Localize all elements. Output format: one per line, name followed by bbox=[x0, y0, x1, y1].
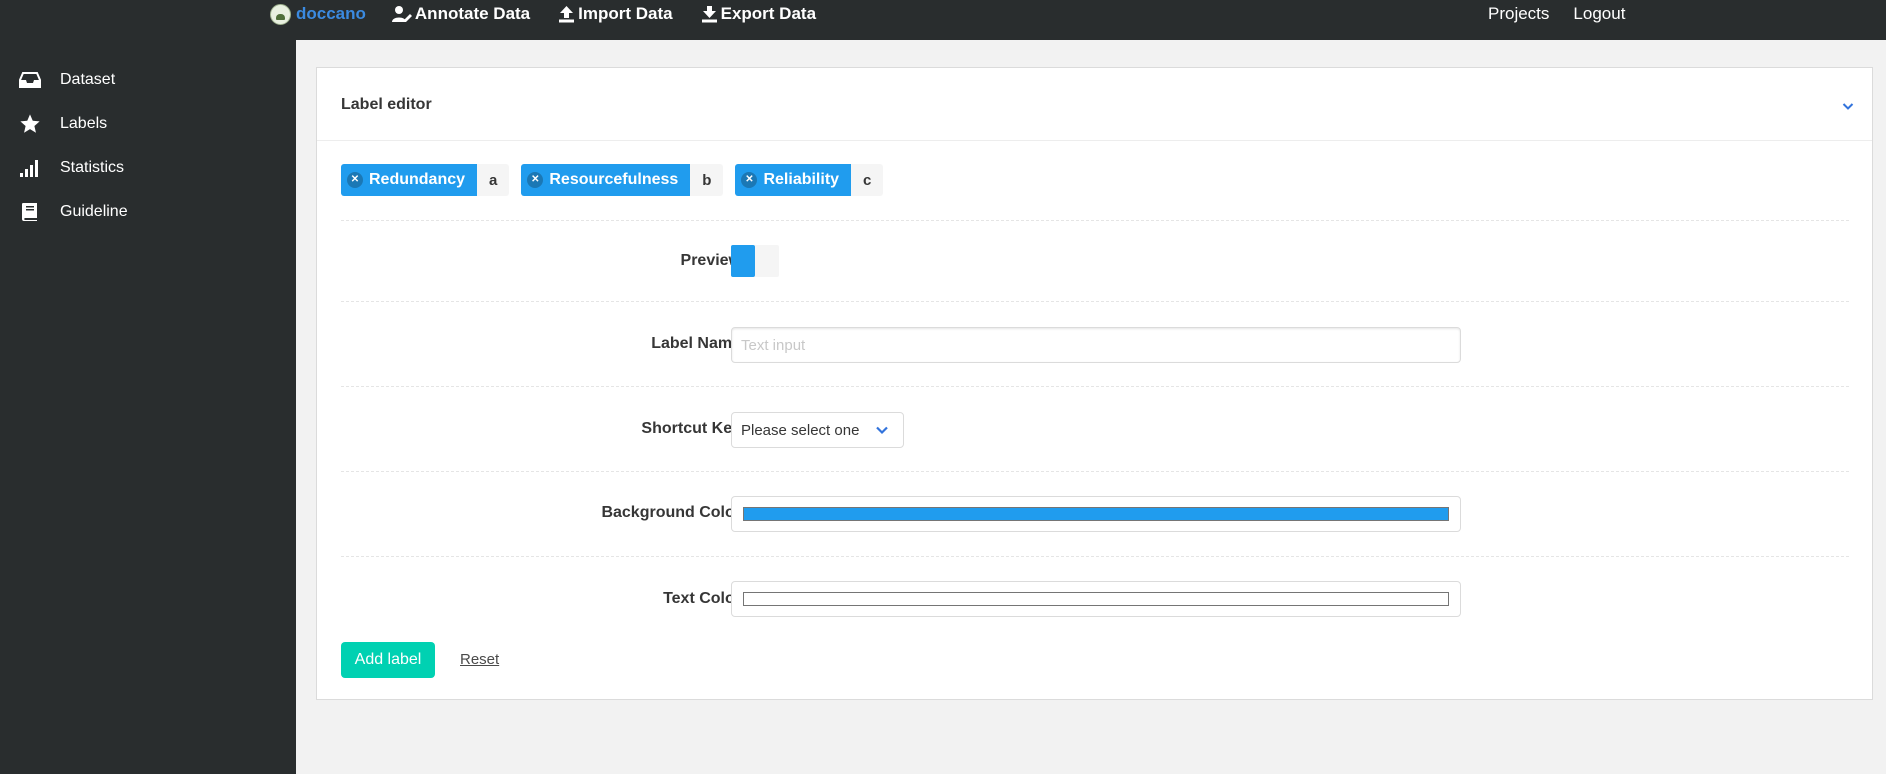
background-color-picker[interactable] bbox=[731, 496, 1461, 532]
shortcut-key-select[interactable]: Please select one bbox=[731, 412, 904, 448]
inbox-icon bbox=[18, 68, 42, 92]
sidebar-item-statistics[interactable]: Statistics bbox=[18, 153, 124, 183]
nav-right: Projects Logout bbox=[1488, 0, 1649, 28]
sidebar: Dataset Labels Statistics Guideline bbox=[0, 40, 296, 774]
sidebar-item-label: Guideline bbox=[60, 203, 128, 220]
sidebar-item-dataset[interactable]: Dataset bbox=[18, 65, 115, 95]
reset-link[interactable]: Reset bbox=[460, 651, 499, 668]
preview-toggle-knob bbox=[731, 245, 755, 277]
label-tag[interactable]: ✕ Resourcefulness b bbox=[521, 164, 724, 196]
nav-projects-link[interactable]: Projects bbox=[1488, 4, 1549, 24]
sidebar-item-label: Statistics bbox=[60, 159, 125, 176]
card-title: Label editor bbox=[341, 96, 432, 113]
label-tag-text: Resourcefulness bbox=[549, 171, 679, 188]
nav-import-label: Import Data bbox=[578, 4, 673, 23]
brand-name: doccano bbox=[296, 4, 366, 23]
add-label-button[interactable]: Add label bbox=[341, 642, 435, 678]
label-editor-card: Label editor ✕ Redundancy a ✕ Resourcefu… bbox=[316, 67, 1873, 700]
user-edit-icon bbox=[391, 6, 412, 22]
nav-annotate-data[interactable]: Annotate Data bbox=[391, 4, 531, 24]
label-name-input[interactable] bbox=[731, 327, 1461, 363]
divider bbox=[341, 556, 1849, 557]
chevron-down-icon bbox=[875, 423, 889, 440]
delete-icon[interactable]: ✕ bbox=[527, 172, 544, 188]
nav-logout-link[interactable]: Logout bbox=[1573, 4, 1625, 24]
book-icon bbox=[18, 200, 42, 224]
nav-export-data[interactable]: Export Data bbox=[701, 4, 816, 24]
delete-icon[interactable]: ✕ bbox=[741, 172, 758, 188]
nav-export-label: Export Data bbox=[720, 4, 817, 23]
divider bbox=[341, 220, 1849, 221]
divider bbox=[341, 471, 1849, 472]
label-tag-shortcut: b bbox=[690, 164, 724, 196]
text-color-picker[interactable] bbox=[731, 581, 1461, 617]
label-tag-list: ✕ Redundancy a ✕ Resourcefulness b ✕ Rel… bbox=[341, 164, 895, 196]
label-tag-name: ✕ Resourcefulness bbox=[521, 164, 691, 196]
label-tag[interactable]: ✕ Redundancy a bbox=[341, 164, 510, 196]
doccano-logo-icon bbox=[270, 3, 291, 25]
sidebar-item-label: Dataset bbox=[60, 71, 116, 88]
nav-left: doccano Annotate Data Import Data Export… bbox=[270, 0, 844, 28]
nav-import-data[interactable]: Import Data bbox=[558, 4, 673, 24]
label-tag-text: Reliability bbox=[763, 171, 840, 188]
text-color-swatch bbox=[743, 592, 1449, 606]
download-icon bbox=[701, 6, 717, 23]
preview-label: Preview bbox=[680, 252, 741, 269]
sidebar-item-label: Labels bbox=[60, 115, 108, 132]
background-color-swatch bbox=[743, 507, 1449, 521]
star-icon bbox=[18, 112, 42, 136]
divider bbox=[341, 386, 1849, 387]
label-name-label: Label Name bbox=[651, 335, 741, 352]
signal-icon bbox=[18, 156, 42, 180]
label-tag-name: ✕ Reliability bbox=[735, 164, 852, 196]
nav-annotate-label: Annotate Data bbox=[414, 4, 531, 23]
brand[interactable]: doccano bbox=[270, 3, 366, 25]
shortcut-key-label: Shortcut Key bbox=[641, 420, 741, 437]
sidebar-item-labels[interactable]: Labels bbox=[18, 109, 107, 139]
shortcut-key-value: Please select one bbox=[741, 421, 860, 439]
delete-icon[interactable]: ✕ bbox=[347, 172, 363, 188]
upload-icon bbox=[559, 6, 575, 23]
sidebar-item-guideline[interactable]: Guideline bbox=[18, 197, 128, 227]
label-tag-shortcut: c bbox=[851, 164, 884, 196]
text-color-label: Text Color bbox=[663, 590, 741, 607]
label-tag-name: ✕ Redundancy bbox=[341, 164, 478, 196]
preview-toggle[interactable] bbox=[731, 245, 779, 277]
label-tag-text: Redundancy bbox=[369, 171, 466, 188]
card-header[interactable]: Label editor bbox=[317, 68, 1872, 141]
chevron-down-icon[interactable] bbox=[1842, 98, 1854, 116]
top-navbar: doccano Annotate Data Import Data Export… bbox=[0, 0, 1886, 40]
label-tag[interactable]: ✕ Reliability c bbox=[735, 164, 884, 196]
background-color-label: Background Color bbox=[601, 504, 741, 521]
divider bbox=[341, 301, 1849, 302]
label-tag-shortcut: a bbox=[477, 164, 510, 196]
